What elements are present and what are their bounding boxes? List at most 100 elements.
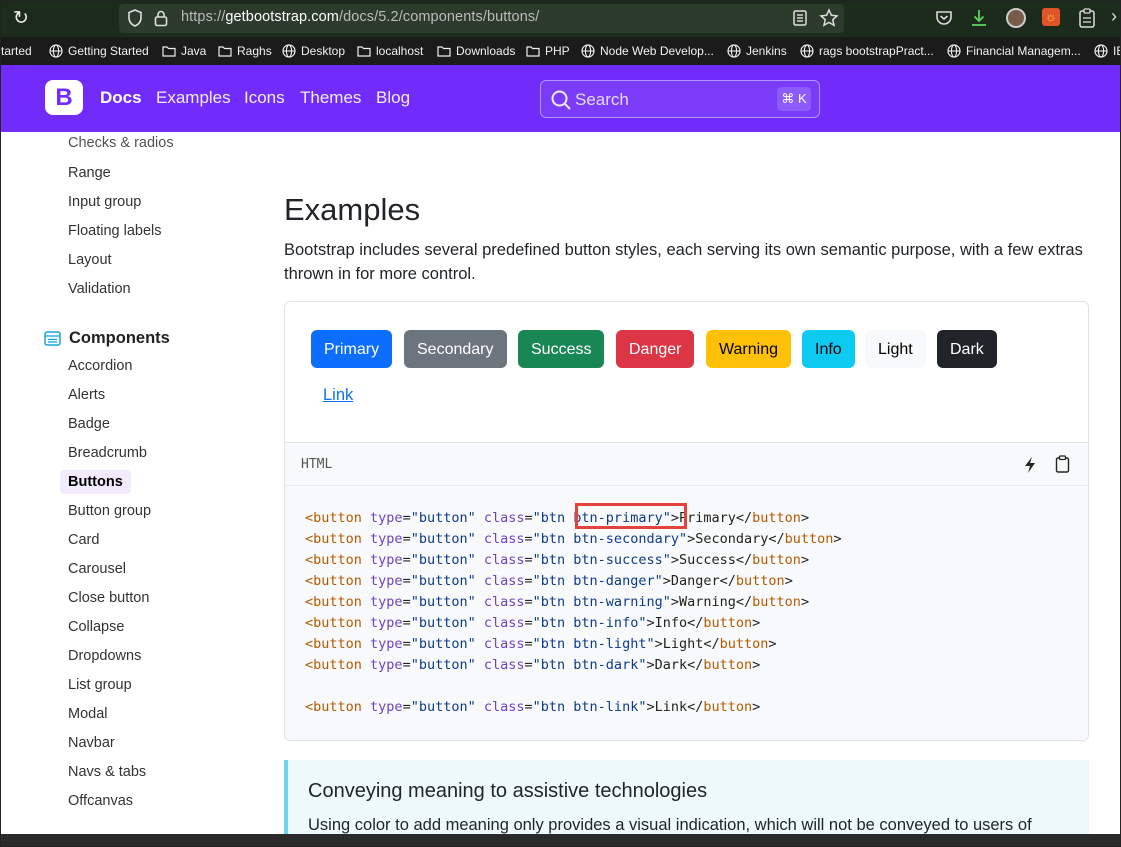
sidebar-item-floating-labels[interactable]: Floating labels	[68, 223, 162, 239]
globe-icon	[800, 44, 814, 58]
bookmark-item[interactable]: rags bootstrapPract...	[800, 44, 934, 58]
main-content: Examples Bootstrap includes several pred…	[284, 132, 1104, 834]
sidebar-item-badge[interactable]: Badge	[68, 416, 110, 432]
sidebar-item-range[interactable]: Range	[68, 165, 111, 181]
search-placeholder: Search	[575, 90, 629, 109]
primary-button[interactable]: Primary	[311, 330, 393, 368]
section-lead: Bootstrap includes several predefined bu…	[284, 241, 1083, 283]
code-line: <button type="button" class="btn btn-inf…	[305, 615, 761, 631]
bookmark-item[interactable]: Financial Managem...	[947, 44, 1081, 58]
success-button[interactable]: Success	[518, 330, 605, 368]
sidebar-item-collapse[interactable]: Collapse	[68, 619, 124, 635]
info-button[interactable]: Info	[802, 330, 855, 368]
globe-icon	[947, 44, 961, 58]
globe-icon	[581, 44, 595, 58]
sidebar-item-accordion[interactable]: Accordion	[68, 358, 132, 374]
browser-toolbar: ↻ https://getbootstrap.com/docs/5.2/comp…	[1, 1, 1120, 37]
sidebar-item-navs-tabs[interactable]: Navs & tabs	[68, 764, 146, 780]
bookmark-item[interactable]: Desktop	[282, 44, 345, 58]
code-line: <button type="button" class="btn btn-dar…	[305, 657, 761, 673]
secondary-button[interactable]: Secondary	[404, 330, 507, 368]
sidebar-item-breadcrumb[interactable]: Breadcrumb	[68, 445, 147, 461]
code-header: HTML	[285, 442, 1088, 486]
warning-button[interactable]: Warning	[706, 330, 791, 368]
bookmark-item[interactable]: PHP	[526, 44, 570, 58]
sidebar-item-card[interactable]: Card	[68, 532, 99, 548]
profile-avatar[interactable]	[1006, 8, 1026, 28]
bookmark-item[interactable]: Java	[162, 44, 206, 58]
folder-icon	[162, 46, 176, 57]
url-text[interactable]: https://getbootstrap.com/docs/5.2/compon…	[181, 9, 539, 25]
shield-icon[interactable]	[127, 9, 143, 27]
sidebar-item-navbar[interactable]: Navbar	[68, 735, 115, 751]
nav-link-docs[interactable]: Docs	[100, 88, 142, 108]
clipboard-extension-icon[interactable]	[1078, 8, 1096, 28]
sidebar-item-close-button[interactable]: Close button	[68, 590, 149, 606]
bookmarks-bar: tarted Getting Started Java Raghs Deskto…	[1, 37, 1120, 65]
light-button[interactable]: Light	[865, 330, 926, 368]
sidebar-item-validation[interactable]: Validation	[68, 281, 131, 297]
nav-link-examples[interactable]: Examples	[156, 88, 231, 108]
sidebar-item-layout[interactable]: Layout	[68, 252, 112, 268]
nav-link-themes[interactable]: Themes	[300, 88, 361, 108]
code-line: <button type="button" class="btn btn-lin…	[305, 699, 761, 715]
globe-icon	[727, 44, 741, 58]
callout-text: Using color to add meaning only provides…	[308, 816, 1032, 834]
folder-icon	[526, 46, 540, 57]
browser-window: ↻ https://getbootstrap.com/docs/5.2/comp…	[0, 0, 1121, 847]
code-line: <button type="button" class="btn btn-pri…	[305, 510, 810, 526]
sidebar-item-checks-radios[interactable]: Checks & radios	[68, 135, 174, 151]
sidebar-item-carousel[interactable]: Carousel	[68, 561, 126, 577]
link-button[interactable]: Link	[323, 386, 353, 405]
sidebar-item-dropdowns[interactable]: Dropdowns	[68, 648, 141, 664]
reader-view-icon[interactable]	[793, 10, 807, 26]
lock-icon[interactable]	[153, 9, 169, 27]
bookmark-item[interactable]: Node Web Develop...	[581, 44, 714, 58]
example-box: Primary Secondary Success Danger Warning…	[284, 301, 1089, 741]
sidebar-item-list-group[interactable]: List group	[68, 677, 132, 693]
search-shortcut-badge: ⌘ K	[777, 87, 811, 111]
more-icon[interactable]: ›	[1111, 6, 1117, 27]
bookmark-item[interactable]: Raghs	[218, 44, 272, 58]
bookmark-item[interactable]: tarted	[1, 44, 32, 58]
components-icon	[44, 331, 61, 346]
folder-icon	[218, 46, 232, 57]
sidebar-item-button-group[interactable]: Button group	[68, 503, 151, 519]
sidebar-item-alerts[interactable]: Alerts	[68, 387, 105, 403]
site-navbar: B Docs Examples Icons Themes Blog Search…	[1, 65, 1120, 132]
bookmark-item[interactable]: Jenkins	[727, 44, 787, 58]
folder-icon	[357, 46, 371, 57]
dark-button[interactable]: Dark	[937, 330, 997, 368]
code-line: <button type="button" class="btn btn-war…	[305, 594, 810, 610]
sidebar-item-buttons[interactable]: Buttons	[60, 470, 131, 494]
danger-button[interactable]: Danger	[616, 330, 695, 368]
globe-icon	[49, 44, 63, 58]
bookmark-item[interactable]: Getting Started	[49, 44, 149, 58]
callout-title: Conveying meaning to assistive technolog…	[308, 780, 708, 802]
sidebar-group-components: Components	[44, 329, 170, 348]
sidebar-item-modal[interactable]: Modal	[68, 706, 108, 722]
bookmark-item[interactable]: IE	[1094, 44, 1120, 58]
extension-icon[interactable]: ☼	[1042, 8, 1060, 26]
code-line: <button type="button" class="btn btn-suc…	[305, 552, 810, 568]
nav-link-icons[interactable]: Icons	[244, 88, 285, 108]
search-input[interactable]: Search ⌘ K	[540, 80, 820, 118]
reload-icon[interactable]: ↻	[9, 7, 33, 31]
sidebar-item-input-group[interactable]: Input group	[68, 194, 141, 210]
info-callout: Conveying meaning to assistive technolog…	[284, 760, 1089, 834]
folder-icon	[437, 46, 451, 57]
bookmark-item[interactable]: Downloads	[437, 44, 515, 58]
dock	[1, 834, 1120, 846]
bookmark-star-icon[interactable]	[819, 8, 839, 28]
lightning-icon[interactable]	[1023, 456, 1037, 474]
pocket-icon[interactable]	[934, 8, 954, 28]
nav-link-blog[interactable]: Blog	[376, 88, 410, 108]
clipboard-icon[interactable]	[1055, 455, 1070, 473]
bootstrap-logo[interactable]: B	[45, 80, 83, 115]
code-line: <button type="button" class="btn btn-dan…	[305, 573, 793, 589]
download-icon[interactable]	[969, 8, 989, 28]
highlight-box	[575, 503, 687, 529]
sidebar-item-offcanvas[interactable]: Offcanvas	[68, 793, 133, 809]
address-bar[interactable]: https://getbootstrap.com/docs/5.2/compon…	[119, 4, 844, 33]
bookmark-item[interactable]: localhost	[357, 44, 423, 58]
